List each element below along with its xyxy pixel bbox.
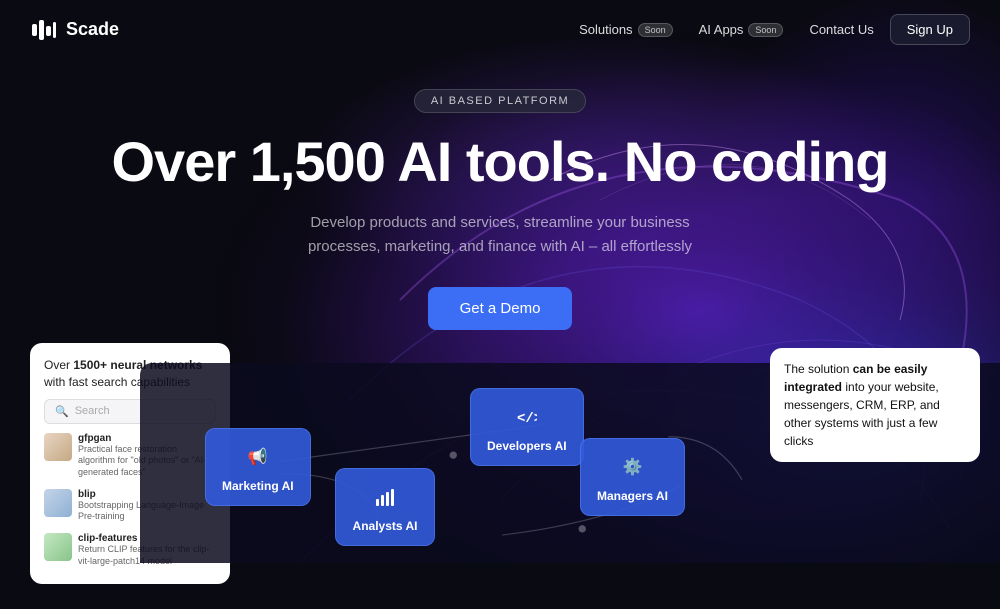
logo[interactable]: Scade [30,16,119,44]
neural-thumb [44,533,72,561]
navigation: Scade Solutions Soon AI Apps Soon Contac… [0,0,1000,59]
flow-area: 📢 Marketing AI Analysts AI </> [140,363,1000,563]
nav-ai-apps[interactable]: AI Apps Soon [689,17,794,42]
hero-section: AI BASED PLATFORM Over 1,500 AI tools. N… [0,59,1000,330]
neural-thumb [44,433,72,461]
integration-card: The solution can be easily integrated in… [770,348,980,462]
developers-ai-node: </> Developers AI [470,388,584,466]
managers-icon: ⚙️ [616,451,648,483]
search-icon: 🔍 [55,405,69,418]
managers-ai-node: ⚙️ Managers AI [580,438,685,516]
analysts-icon [369,481,401,513]
soon-badge-solutions: Soon [638,23,673,37]
hero-title: Over 1,500 AI tools. No coding [20,131,980,193]
svg-text:</>: </> [517,411,537,427]
ai-badge: AI BASED PLATFORM [414,89,586,113]
search-placeholder: Search [75,405,110,417]
developers-icon: </> [511,401,543,433]
logo-icon [30,16,58,44]
nav-solutions[interactable]: Solutions Soon [569,17,683,42]
brand-name: Scade [66,19,119,40]
marketing-ai-node: 📢 Marketing AI [205,428,311,506]
analysts-ai-node: Analysts AI [335,468,435,546]
signup-button[interactable]: Sign Up [890,14,970,45]
hero-subtitle: Develop products and services, streamlin… [280,211,720,259]
bottom-section: Over 1500+ neural networks with fast sea… [0,343,1000,563]
cta-button[interactable]: Get a Demo [428,287,573,330]
neural-thumb [44,489,72,517]
nav-contact[interactable]: Contact Us [799,17,883,42]
nav-links: Solutions Soon AI Apps Soon Contact Us S… [569,14,970,45]
integration-text: The solution can be easily integrated in… [784,362,940,448]
soon-badge-ai-apps: Soon [748,23,783,37]
marketing-icon: 📢 [242,441,274,473]
